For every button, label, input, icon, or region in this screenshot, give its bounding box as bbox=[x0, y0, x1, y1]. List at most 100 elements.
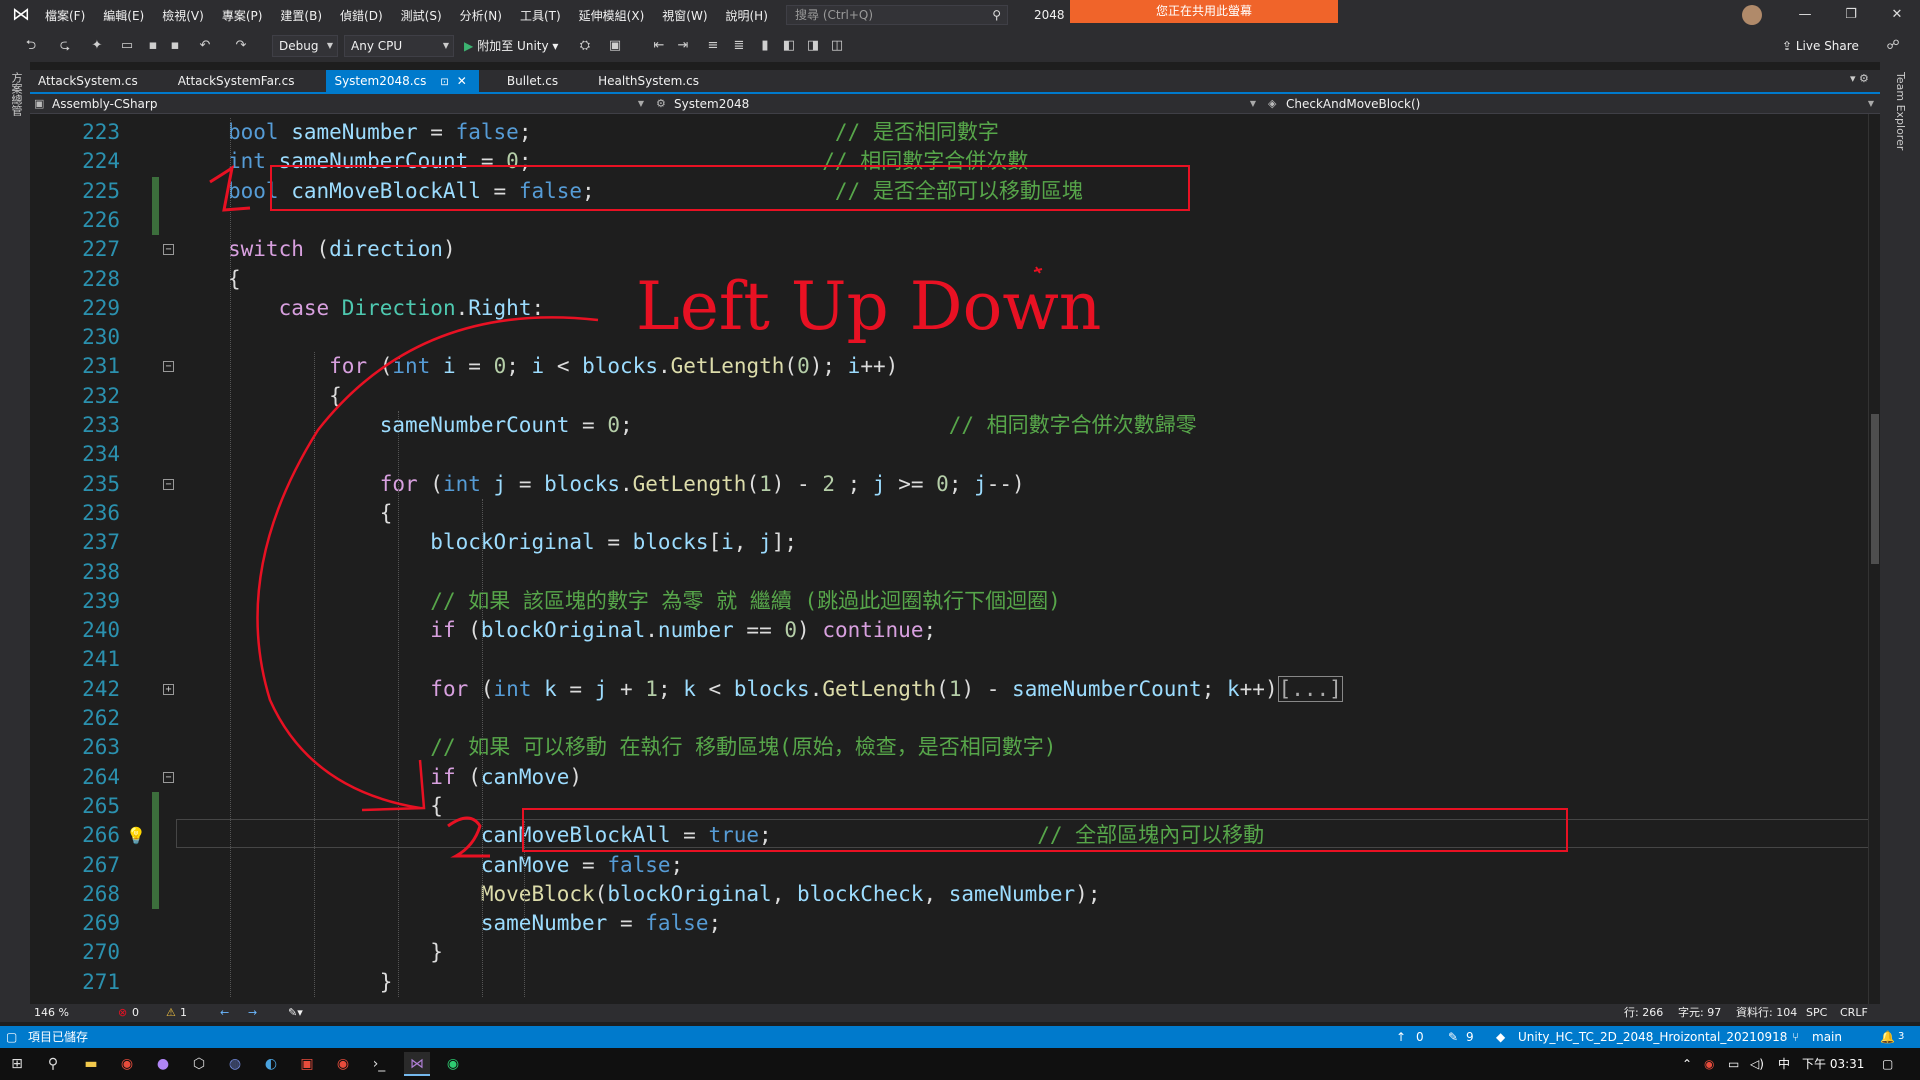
tab-bullet-cs[interactable]: Bullet.cs bbox=[499, 70, 570, 92]
pin-icon[interactable]: ⊡ bbox=[440, 77, 448, 88]
zoom-level[interactable]: 146 % bbox=[34, 1004, 69, 1022]
search-icon[interactable]: ⚲ bbox=[992, 6, 1001, 24]
tab-healthsystem-cs[interactable]: HealthSystem.cs bbox=[590, 70, 711, 92]
changes-count[interactable]: 9 bbox=[1466, 1026, 1474, 1048]
clear-bookmarks-icon[interactable]: ◫ bbox=[828, 36, 846, 56]
tab-system2048-cs[interactable]: System2048.cs ⊡ ✕ bbox=[326, 70, 479, 92]
scrollbar-thumb[interactable] bbox=[1871, 414, 1879, 564]
menu-item[interactable]: 說明(H) bbox=[717, 7, 777, 24]
forward-icon[interactable]: ⮎ bbox=[56, 36, 74, 56]
feedback-icon[interactable]: ☍ bbox=[1884, 36, 1902, 56]
nav-back-icon[interactable]: ← bbox=[220, 1004, 229, 1022]
code-line[interactable]: 264 if (canMove) bbox=[30, 763, 1868, 792]
collapse-icon[interactable]: − bbox=[163, 771, 174, 783]
code-line[interactable]: 269 sameNumber = false; bbox=[30, 909, 1868, 938]
code-line[interactable]: 233 sameNumberCount = 0; // 相同數字合併次數歸零 bbox=[30, 411, 1868, 440]
tray-expand-icon[interactable]: ⌃ bbox=[1682, 1048, 1692, 1080]
unity-icon[interactable]: ⬡ bbox=[186, 1052, 212, 1076]
menu-item[interactable]: 專案(P) bbox=[213, 7, 272, 24]
prev-bookmark-icon[interactable]: ◧ bbox=[780, 36, 798, 56]
media-app-icon[interactable]: ▣ bbox=[294, 1052, 320, 1076]
code-line[interactable]: 234 bbox=[30, 440, 1868, 469]
code-line[interactable]: 237 blockOriginal = blocks[i, j]; bbox=[30, 528, 1868, 557]
push-count[interactable]: 0 bbox=[1416, 1026, 1424, 1048]
code-line[interactable]: 239 // 如果 該區塊的數字 為零 就 繼續 (跳過此迴圈執行下個迴圈) bbox=[30, 587, 1868, 616]
menu-item[interactable]: 建置(B) bbox=[271, 7, 331, 24]
visual-studio-logo-icon[interactable]: ⋈ bbox=[6, 4, 36, 26]
menu-item[interactable]: 工具(T) bbox=[511, 7, 570, 24]
search-input[interactable]: 搜尋 (Ctrl+Q) ⚲ bbox=[786, 5, 1008, 25]
team-explorer-tab[interactable]: Team Explorer bbox=[1894, 72, 1907, 150]
recording-icon[interactable]: ◉ bbox=[1704, 1048, 1714, 1080]
warning-count[interactable]: 1 bbox=[180, 1004, 187, 1022]
screenshot-icon[interactable]: ▣ bbox=[606, 36, 624, 56]
step-into-icon[interactable]: ⇤ bbox=[650, 36, 668, 56]
visual-studio-taskbar-icon[interactable]: ⋈ bbox=[404, 1052, 430, 1076]
notification-icon[interactable]: 🔔 bbox=[1880, 1026, 1895, 1048]
vertical-scrollbar[interactable] bbox=[1868, 114, 1880, 1004]
close-tab-icon[interactable]: ✕ bbox=[457, 74, 467, 88]
collapse-icon[interactable]: − bbox=[163, 244, 174, 256]
code-line[interactable]: 236 { bbox=[30, 499, 1868, 528]
code-line[interactable]: 268 MoveBlock(blockOriginal, blockCheck,… bbox=[30, 880, 1868, 909]
warning-icon[interactable]: ⚠ bbox=[166, 1004, 176, 1022]
notification-count[interactable]: 3 bbox=[1898, 1026, 1904, 1048]
back-icon[interactable]: ⮌ bbox=[22, 36, 40, 56]
branch-icon[interactable]: ⑂ bbox=[1792, 1026, 1799, 1048]
code-line[interactable]: 242 for (int k = j + 1; k < blocks.GetLe… bbox=[30, 675, 1868, 704]
uncomment-icon[interactable]: ≣ bbox=[730, 36, 748, 56]
code-line[interactable]: 241 bbox=[30, 645, 1868, 674]
menu-item[interactable]: 偵錯(D) bbox=[331, 7, 392, 24]
clock[interactable]: 下午 03:31 bbox=[1802, 1048, 1864, 1080]
account-avatar[interactable] bbox=[1742, 5, 1762, 25]
minimize-button[interactable]: — bbox=[1782, 0, 1828, 30]
push-icon[interactable]: ↑ bbox=[1396, 1026, 1406, 1048]
menu-item[interactable]: 檔案(F) bbox=[36, 7, 94, 24]
solution-explorer-tab[interactable]: 方案總管 bbox=[8, 72, 24, 116]
code-line[interactable]: 238 bbox=[30, 558, 1868, 587]
member-dropdown[interactable]: ◈ CheckAndMoveBlock() ▼ bbox=[1264, 94, 1880, 114]
nav-forward-icon[interactable]: → bbox=[248, 1004, 257, 1022]
redo-icon[interactable]: ↷ bbox=[232, 36, 250, 56]
repo-icon[interactable]: ◆ bbox=[1496, 1026, 1505, 1048]
menu-item[interactable]: 視窗(W) bbox=[653, 7, 716, 24]
tab-dropdown-icon[interactable]: ▾ ⚙ bbox=[1850, 72, 1869, 85]
code-line[interactable]: 227 switch (direction) bbox=[30, 235, 1868, 264]
error-icon[interactable]: ⊗ bbox=[118, 1004, 127, 1022]
attach-to-unity-button[interactable]: ▶ 附加至 Unity ▾ bbox=[464, 36, 558, 56]
class-dropdown[interactable]: ⚙ System2048 ▼ bbox=[652, 94, 1262, 114]
collapse-icon[interactable]: − bbox=[163, 478, 174, 490]
menu-item[interactable]: 測試(S) bbox=[392, 7, 451, 24]
code-line[interactable]: 271 } bbox=[30, 968, 1868, 997]
error-count[interactable]: 0 bbox=[132, 1004, 139, 1022]
chrome-icon-2[interactable]: ◉ bbox=[330, 1052, 356, 1076]
build-config-select[interactable]: Debug ▼ bbox=[272, 35, 338, 57]
code-editor[interactable]: 223 bool sameNumber = false; // 是否相同數字 224… bbox=[30, 114, 1880, 1004]
branch-name[interactable]: main bbox=[1812, 1026, 1842, 1048]
platform-select[interactable]: Any CPU ▼ bbox=[344, 35, 454, 57]
code-line[interactable]: 270 } bbox=[30, 938, 1868, 967]
discord-icon[interactable]: ◍ bbox=[222, 1052, 248, 1076]
ime-indicator[interactable]: 中 bbox=[1778, 1048, 1790, 1080]
chrome-icon[interactable]: ◉ bbox=[114, 1052, 140, 1076]
code-line[interactable]: 263 // 如果 可以移動 在執行 移動區塊(原始，檢查，是否相同數字) bbox=[30, 733, 1868, 762]
windows-start-icon[interactable]: ⊞ bbox=[4, 1052, 30, 1076]
tab-attacksystemfar-cs[interactable]: AttackSystemFar.cs bbox=[170, 70, 307, 92]
code-line[interactable]: 267 canMove = false; bbox=[30, 851, 1868, 880]
menu-item[interactable]: 分析(N) bbox=[451, 7, 511, 24]
code-line[interactable]: 240 if (blockOriginal.number == 0) conti… bbox=[30, 616, 1868, 645]
save-icon[interactable]: ▪ bbox=[144, 36, 162, 56]
repo-name[interactable]: Unity_HC_TC_2D_2048_Hroizontal_20210918 bbox=[1518, 1026, 1787, 1048]
restore-button[interactable]: ❐ bbox=[1828, 0, 1874, 30]
project-dropdown[interactable]: ▣ Assembly-CSharp ▼ bbox=[30, 94, 650, 114]
collapse-icon[interactable]: − bbox=[163, 361, 174, 373]
browser-link-icon[interactable]: ⛭ bbox=[576, 36, 594, 56]
pencil-icon[interactable]: ✎ bbox=[1448, 1026, 1458, 1048]
step-over-icon[interactable]: ⇥ bbox=[674, 36, 692, 56]
volume-icon[interactable]: ◁) bbox=[1750, 1048, 1764, 1080]
comment-icon[interactable]: ≡ bbox=[704, 36, 722, 56]
github-icon[interactable]: ● bbox=[150, 1052, 176, 1076]
code-line[interactable]: 231 for (int i = 0; i < blocks.GetLength… bbox=[30, 352, 1868, 381]
expand-icon[interactable]: + bbox=[163, 683, 174, 695]
new-project-icon[interactable]: ✦ bbox=[88, 36, 106, 56]
